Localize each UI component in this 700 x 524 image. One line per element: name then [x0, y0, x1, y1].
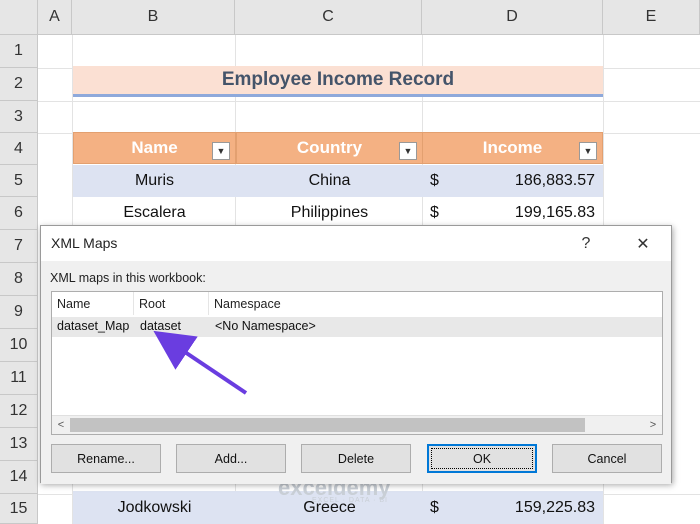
annotation-layer: [153, 330, 248, 395]
annotation-arrow-icon: [153, 330, 248, 395]
